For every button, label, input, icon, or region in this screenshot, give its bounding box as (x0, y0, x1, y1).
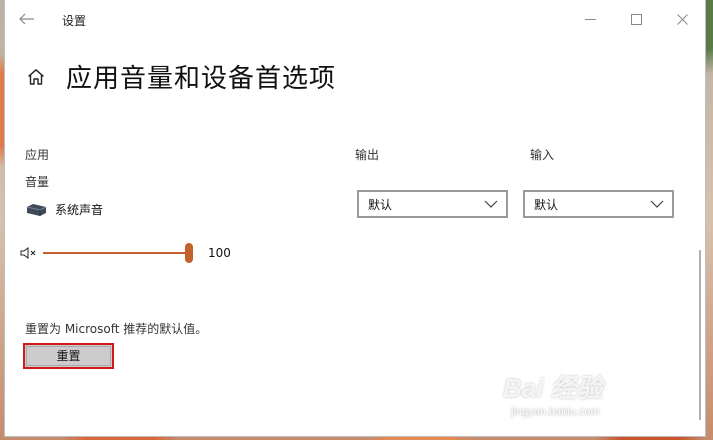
reset-button-focus-ring (26, 346, 111, 366)
output-column-header: 输出 (355, 148, 380, 162)
window-controls (567, 0, 705, 38)
window-title: 设置 (62, 14, 87, 28)
volume-slider-row: 100 (19, 241, 231, 265)
output-device-dropdown[interactable]: 默认 (357, 190, 508, 218)
reset-button[interactable]: 重置 (23, 343, 114, 369)
reset-description: 重置为 Microsoft 推荐的默认值。 (25, 322, 208, 336)
close-icon (676, 13, 688, 25)
app-name: 系统声音 (55, 203, 104, 217)
input-device-dropdown[interactable]: 默认 (523, 190, 674, 218)
watermark-url: jingyan.baidu.com (511, 406, 600, 418)
chevron-down-icon (484, 200, 498, 208)
page-title: 应用音量和设备首选项 (66, 64, 337, 94)
speaker-device-icon (26, 203, 47, 216)
app-column-header: 应用 (25, 148, 50, 162)
title-bar: 设置 (5, 0, 705, 38)
input-device-value: 默认 (534, 197, 559, 212)
volume-slider-track (43, 252, 189, 254)
scrollbar[interactable] (699, 250, 701, 420)
home-icon (28, 68, 44, 85)
speaker-muted-icon (20, 247, 36, 259)
maximize-icon (630, 13, 642, 25)
minimize-button[interactable] (567, 0, 613, 38)
watermark-logo: Bai 经验 (503, 373, 603, 403)
maximize-button[interactable] (613, 0, 659, 38)
volume-slider[interactable] (43, 241, 193, 265)
chevron-down-icon (650, 200, 664, 208)
back-button[interactable] (15, 8, 39, 30)
settings-window: 设置 应用音量和设备首选项 应用 音量 输出 输入 系统声音 100 默认 默认… (5, 0, 705, 436)
app-row-system-sounds: 系统声音 (25, 201, 103, 218)
input-column-header: 输入 (530, 148, 555, 162)
back-arrow-icon (19, 13, 34, 25)
home-button[interactable] (25, 66, 47, 88)
close-button[interactable] (659, 0, 705, 38)
mute-toggle-button[interactable] (19, 245, 39, 261)
volume-column-header: 音量 (25, 175, 50, 189)
volume-value: 100 (208, 246, 231, 260)
page-header: 应用音量和设备首选项 (25, 58, 336, 95)
volume-slider-thumb[interactable] (185, 243, 193, 263)
baidu-jingyan-watermark: Bai 经验 jingyan.baidu.com (503, 368, 663, 430)
minimize-icon (584, 18, 596, 20)
output-device-value: 默认 (368, 197, 393, 212)
